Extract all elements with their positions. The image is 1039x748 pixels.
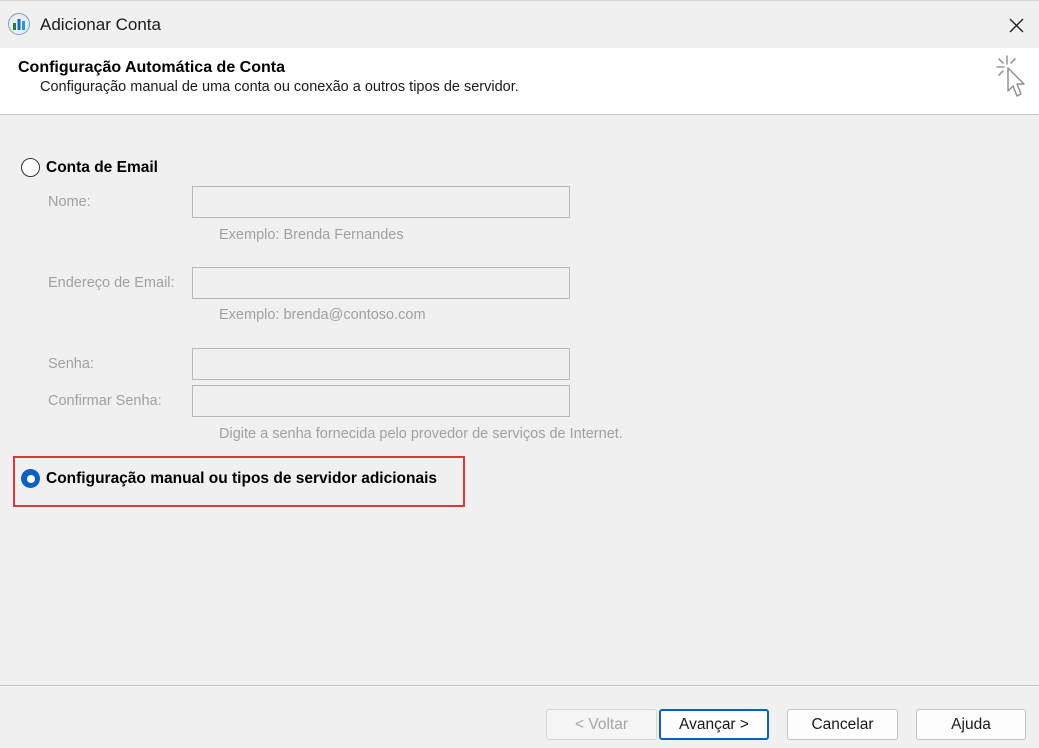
manual-setup-label: Configuração manual ou tipos de servidor… xyxy=(46,469,438,487)
email-hint: Exemplo: brenda@contoso.com xyxy=(219,307,426,323)
email-account-label: Conta de Email xyxy=(46,158,158,176)
email-account-radio[interactable] xyxy=(21,158,40,177)
header-subtitle: Configuração manual de uma conta ou cone… xyxy=(40,79,519,95)
help-button[interactable]: Ajuda xyxy=(916,709,1026,740)
title-bar: Adicionar Conta xyxy=(0,0,1039,48)
name-hint: Exemplo: Brenda Fernandes xyxy=(219,227,404,243)
password-hint: Digite a senha fornecida pelo provedor d… xyxy=(219,426,623,442)
header-title: Configuração Automática de Conta xyxy=(18,59,285,76)
email-account-option[interactable]: Conta de Email xyxy=(21,158,158,177)
confirm-password-field[interactable] xyxy=(192,385,570,417)
outlook-account-icon xyxy=(7,12,31,36)
next-button[interactable]: Avançar > xyxy=(659,709,769,740)
cancel-button[interactable]: Cancelar xyxy=(787,709,898,740)
confirm-password-label: Confirmar Senha: xyxy=(48,393,162,409)
password-field[interactable] xyxy=(192,348,570,380)
wizard-header: Configuração Automática de Conta Configu… xyxy=(0,48,1039,115)
back-button[interactable]: < Voltar xyxy=(546,709,657,740)
name-field[interactable] xyxy=(192,186,570,218)
email-field[interactable] xyxy=(192,267,570,299)
wizard-cursor-sparkle-icon xyxy=(993,53,1033,103)
manual-setup-option[interactable]: Configuração manual ou tipos de servidor… xyxy=(21,469,437,488)
name-label: Nome: xyxy=(48,194,91,210)
close-icon xyxy=(1009,18,1024,33)
footer-divider xyxy=(0,685,1039,686)
password-label: Senha: xyxy=(48,356,94,372)
close-button[interactable] xyxy=(996,7,1036,43)
manual-setup-radio[interactable] xyxy=(21,469,40,488)
window-title: Adicionar Conta xyxy=(40,15,161,34)
email-address-label: Endereço de Email: xyxy=(48,275,175,291)
